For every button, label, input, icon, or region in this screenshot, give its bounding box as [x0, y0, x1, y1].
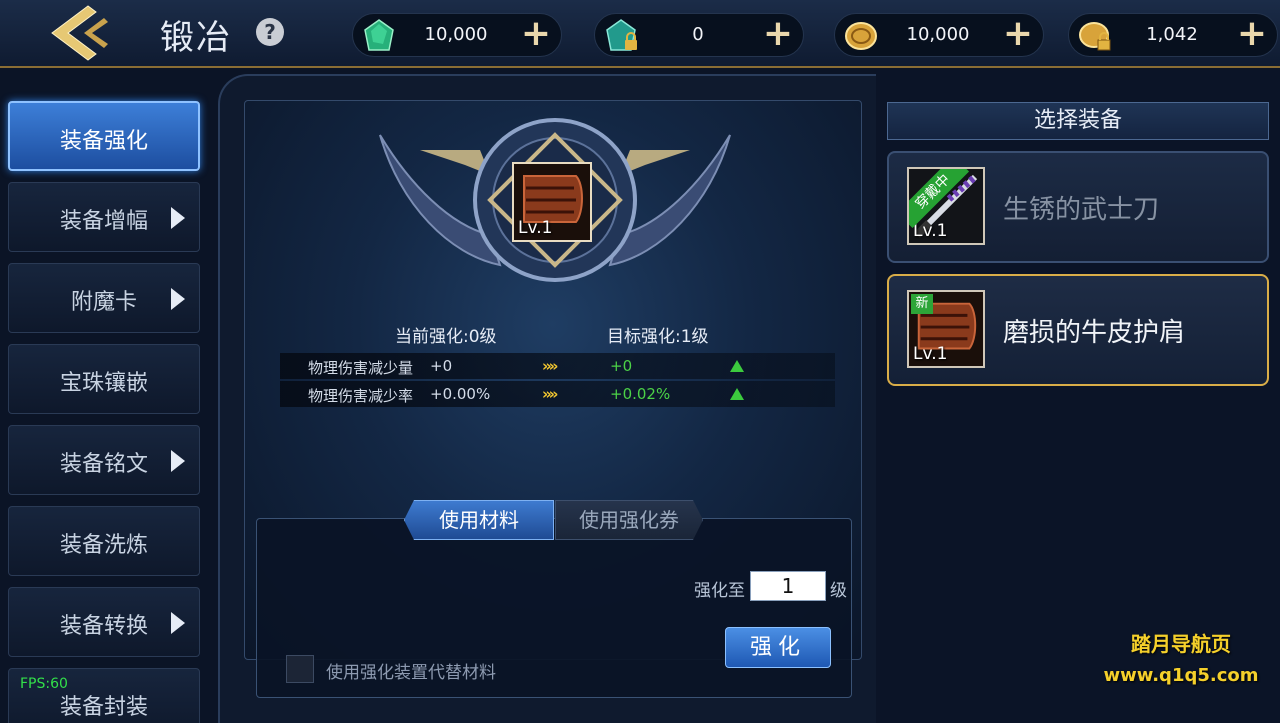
select-equipment-title: 选择装备: [887, 102, 1269, 140]
currency-green-gem: 10,000 +: [352, 13, 562, 57]
pauldron-thumb: Lv.1 新: [907, 290, 985, 368]
stat-name: 物理伤害减少率: [308, 387, 414, 405]
green-gem-icon: [364, 19, 394, 51]
currency-locked-gem: 0 +: [594, 13, 804, 57]
stat-row: 物理伤害减少率 +0.00% »» +0.02%: [280, 381, 835, 407]
menu-item-orb-inlay[interactable]: 宝珠镶嵌: [8, 344, 200, 414]
equipment-item[interactable]: Lv.1 穿戴中 生锈的武士刀: [887, 151, 1269, 263]
menu-label: 装备洗炼: [59, 533, 148, 558]
equipment-name: 生锈的武士刀: [1003, 195, 1160, 225]
currency-value: 10,000: [424, 24, 488, 45]
stat-current: +0: [430, 357, 453, 375]
menu-item-refine[interactable]: 装备洗炼: [8, 506, 200, 576]
level-unit-label: 级: [830, 581, 847, 601]
gold-coin-icon: [845, 22, 877, 50]
stat-next: +0: [610, 357, 633, 375]
tab-use-tickets[interactable]: 使用强化券: [555, 500, 703, 540]
equipment-item[interactable]: Lv.1 新 磨损的牛皮护肩: [887, 274, 1269, 386]
enhance-to-label: 强化至: [694, 581, 745, 601]
target-enhance-level: 目标强化:1级: [607, 327, 709, 347]
help-icon[interactable]: ?: [256, 18, 284, 46]
locked-gem-icon: [606, 19, 637, 51]
chevron-right-icon: [171, 288, 185, 310]
menu-label: 宝珠镶嵌: [59, 371, 148, 396]
equipment-name: 磨损的牛皮护肩: [1003, 318, 1186, 348]
substitute-checkbox[interactable]: [286, 655, 314, 683]
currency-gold: 10,000 +: [834, 13, 1044, 57]
stat-current: +0.00%: [430, 385, 491, 403]
menu-item-enchant-card[interactable]: 附魔卡: [8, 263, 200, 333]
double-arrow-icon: »»: [542, 385, 558, 403]
enhance-item-slot[interactable]: Lv.1: [512, 162, 592, 242]
up-arrow-icon: [730, 360, 744, 372]
item-level: Lv.1: [913, 344, 948, 364]
currency-value: 10,000: [906, 24, 970, 45]
fps-counter: FPS:60: [20, 676, 68, 692]
top-bar: 锻冶 ? 10,000 + 0 + 10,000 + 1,042 +: [0, 0, 1280, 68]
enhance-level-input[interactable]: 1: [750, 571, 826, 601]
menu-label: 装备封装: [59, 695, 148, 720]
locked-coin-icon: [1079, 22, 1111, 51]
add-currency-button[interactable]: +: [1237, 16, 1267, 52]
page-title: 锻冶: [160, 18, 232, 58]
currency-value: 1,042: [1146, 24, 1198, 45]
chevron-right-icon: [171, 612, 185, 634]
menu-item-equip-amplify[interactable]: 装备增幅: [8, 182, 200, 252]
substitute-label: 使用强化装置代替材料: [326, 663, 496, 683]
stat-next: +0.02%: [610, 385, 671, 403]
item-level: Lv.1: [518, 218, 553, 238]
tab-use-materials[interactable]: 使用材料: [404, 500, 554, 540]
currency-value: 0: [692, 24, 704, 45]
item-level: Lv.1: [913, 221, 948, 241]
add-currency-button[interactable]: +: [1003, 16, 1033, 52]
watermark: 踏月导航页 www.q1q5.com: [1096, 628, 1266, 686]
chevron-right-icon: [171, 207, 185, 229]
menu-label: 装备强化: [59, 129, 148, 154]
menu-item-convert[interactable]: 装备转换: [8, 587, 200, 657]
enhance-button[interactable]: 强化: [725, 627, 831, 668]
watermark-line2: www.q1q5.com: [1103, 665, 1259, 686]
up-arrow-icon: [730, 388, 744, 400]
back-arrow-icon[interactable]: [40, 2, 120, 64]
stat-row: 物理伤害减少量 +0 »» +0: [280, 353, 835, 379]
chevron-right-icon: [171, 450, 185, 472]
add-currency-button[interactable]: +: [763, 16, 793, 52]
double-arrow-icon: »»: [542, 357, 558, 375]
new-badge: 新: [911, 294, 933, 314]
menu-item-equip-enhance[interactable]: 装备强化: [8, 101, 200, 171]
rusty-katana-thumb: Lv.1 穿戴中: [907, 167, 985, 245]
current-enhance-level: 当前强化:0级: [395, 327, 497, 347]
watermark-line1: 踏月导航页: [1131, 632, 1231, 656]
currency-locked-gold: 1,042 +: [1068, 13, 1278, 57]
add-currency-button[interactable]: +: [521, 16, 551, 52]
stat-name: 物理伤害减少量: [308, 359, 414, 377]
menu-item-inscription[interactable]: 装备铭文: [8, 425, 200, 495]
